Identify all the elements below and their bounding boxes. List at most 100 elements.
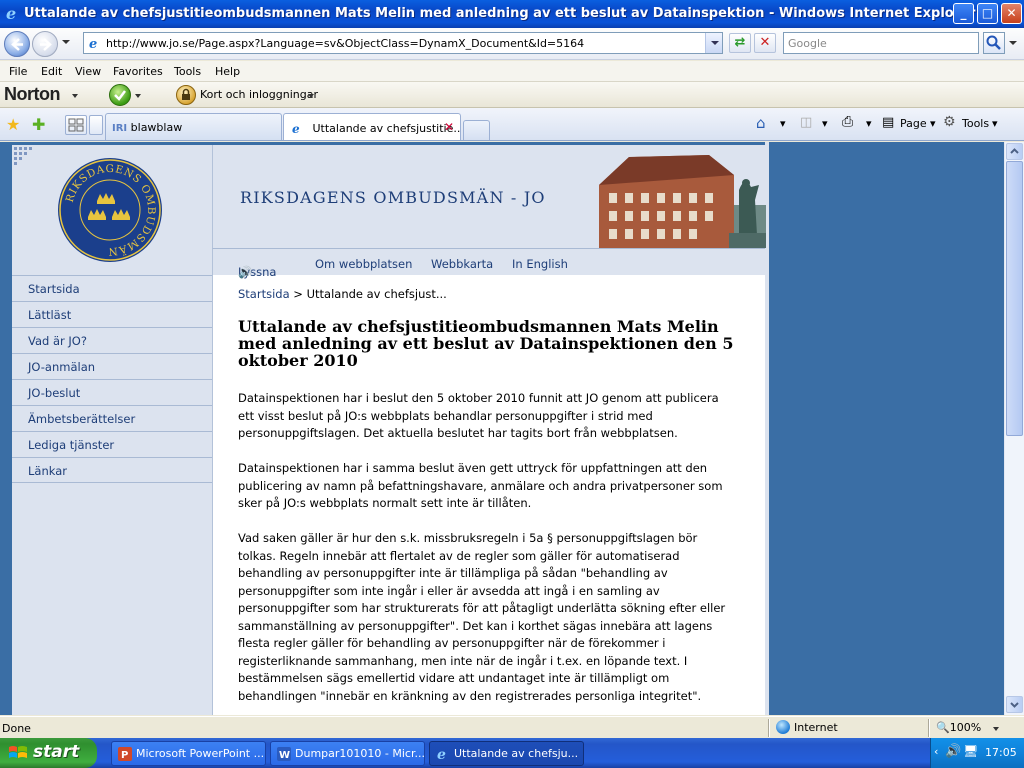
address-dropdown[interactable] [705,33,722,53]
close-window-button[interactable]: ✕ [1001,3,1022,24]
back-button[interactable] [4,31,30,57]
site-title: RIKSDAGENS OMBUDSMÄN - JO [240,188,546,207]
window-title-bar[interactable]: e Uttalande av chefsjustitieombudsmannen… [0,0,1024,28]
page-icon: e [89,37,97,51]
menu-view[interactable]: View [75,65,101,78]
sidebar-item-jo-anmalan[interactable]: JO-anmälan [12,353,212,379]
refresh-icon: ⇄ [734,35,746,50]
scroll-down-button[interactable] [1006,696,1023,713]
tools-menu-dropdown[interactable]: ▾ [992,117,998,130]
article-paragraph: Datainspektionen har i beslut den 5 okto… [238,391,719,440]
sidebar-item-jo-beslut[interactable]: JO-beslut [12,379,212,405]
nav-in-english[interactable]: In English [512,257,568,271]
security-zone[interactable]: Internet [776,720,838,734]
vertical-scrollbar[interactable] [1004,142,1024,715]
status-text: Done [2,722,31,735]
decorative-dots [14,147,32,165]
sidebar-item-lankar[interactable]: Länkar [12,457,212,483]
page-title: Uttalande av chefsjustitieombudsmannen M… [238,317,734,370]
maximize-button[interactable]: □ [977,3,998,24]
svg-text:P: P [121,750,128,761]
taskbar-internet-explorer[interactable]: e Uttalande av chefsju... [429,741,584,766]
feeds-dropdown[interactable]: ▾ [822,117,828,130]
scroll-thumb[interactable] [1006,161,1023,436]
print-dropdown[interactable]: ▾ [866,117,872,130]
sidebar-item-lediga-tjanster[interactable]: Lediga tjänster [12,431,212,457]
add-favorite-icon[interactable]: ✚ [32,115,45,134]
search-input[interactable]: Google [783,32,979,54]
menu-edit[interactable]: Edit [41,65,62,78]
network-icon[interactable]: 🖥 [963,744,978,758]
tab-uttalande[interactable]: e Uttalande av chefsjustitie... ✕ [283,113,461,140]
clock[interactable]: 17:05 [985,746,1017,759]
login-cards-button[interactable]: Kort och inloggningar [200,88,318,101]
start-label: start [33,742,80,762]
taskbar-word[interactable]: W Dumpar101010 - Micr... [270,741,425,766]
feeds-icon[interactable]: ◫ [800,115,812,130]
breadcrumb-home-link[interactable]: Startsida [238,287,290,301]
riksdagens-ombudsman-seal-logo[interactable]: RIKSDAGENS OMBUDSMÄN [57,157,163,263]
home-icon[interactable]: ⌂ [756,114,766,132]
article-paragraph: Vad saken gäller är hur den s.k. missbru… [238,531,726,703]
address-field[interactable]: e http://www.jo.se/Page.aspx?Language=sv… [83,32,723,54]
tab-blawblaw[interactable]: IRI blawblaw [105,113,282,140]
safe-web-dropdown[interactable] [135,94,141,98]
internet-explorer-icon: e [437,747,446,762]
page-icon: e [292,122,300,135]
breadcrumb: Startsida > Uttalande av chefsjust... [238,287,447,301]
safe-web-check-icon[interactable] [109,84,131,106]
status-bar: Done Internet 🔍100% [0,716,1024,738]
norton-logo[interactable]: Norton [4,84,60,105]
tab-label: Uttalande av chefsjustitie... [312,122,461,135]
recent-pages-dropdown[interactable] [62,40,70,44]
login-cards-dropdown[interactable] [308,94,314,98]
start-button[interactable]: start [0,738,97,768]
home-dropdown[interactable]: ▾ [780,117,786,130]
svg-text:e: e [437,747,446,762]
tab-site-prefix: IRI [112,123,128,134]
volume-icon[interactable]: 🔊 [945,744,961,759]
print-icon[interactable]: ⎙ [842,114,853,130]
quick-tabs-button[interactable] [65,115,87,135]
search-button[interactable] [983,32,1005,54]
show-hidden-icons-icon[interactable]: ‹ [934,745,938,758]
stop-button[interactable]: ✕ [754,33,776,53]
page-menu-dropdown[interactable]: ▾ [930,117,936,130]
menu-tools[interactable]: Tools [174,65,201,78]
sidebar-item-vad-ar-jo[interactable]: Vad är JO? [12,327,212,353]
identity-safe-icon[interactable] [176,85,196,105]
tools-menu-button[interactable]: Tools [962,117,989,130]
sidebar-item-ambetsberattelser[interactable]: Ämbetsberättelser [12,405,212,431]
page-menu-button[interactable]: Page [900,117,927,130]
address-toolbar: e http://www.jo.se/Page.aspx?Language=sv… [0,28,1024,60]
minimize-button[interactable]: _ [953,3,974,24]
forward-button[interactable] [32,31,58,57]
new-tab-button[interactable] [463,120,490,140]
nav-om-webbplatsen[interactable]: Om webbplatsen [315,257,412,271]
chevron-down-icon [1010,702,1019,708]
speaker-icon: 🔊 [238,265,253,279]
taskbar-powerpoint[interactable]: P Microsoft PowerPoint ... [111,741,266,766]
sidebar-item-startsida[interactable]: Startsida [12,275,212,301]
menu-file[interactable]: File [9,65,27,78]
close-tab-icon[interactable]: ✕ [444,120,454,134]
tab-list-dropdown[interactable] [89,115,103,135]
building-photo [589,145,766,248]
breadcrumb-current: Uttalande av chefsjust... [306,287,447,301]
menu-help[interactable]: Help [215,65,240,78]
zone-label: Internet [794,721,838,734]
norton-dropdown[interactable] [72,94,78,98]
zoom-dropdown[interactable] [993,727,999,731]
zoom-level[interactable]: 🔍100% [936,721,981,734]
stop-icon: ✕ [759,35,771,50]
search-options-dropdown[interactable] [1009,41,1017,45]
nav-webbkarta[interactable]: Webbkarta [431,257,493,271]
quick-tabs-icon [68,118,84,132]
menu-bar: File Edit View Favorites Tools Help [0,61,1024,82]
sidebar-item-lattlast[interactable]: Lättläst [12,301,212,327]
menu-favorites[interactable]: Favorites [113,65,163,78]
scroll-up-button[interactable] [1006,143,1023,160]
top-navigation: Lyssna 🔊 Om webbplatsen Webbkarta In Eng… [212,248,765,279]
favorites-star-icon[interactable]: ★ [6,115,20,134]
refresh-button[interactable]: ⇄ [729,33,751,53]
